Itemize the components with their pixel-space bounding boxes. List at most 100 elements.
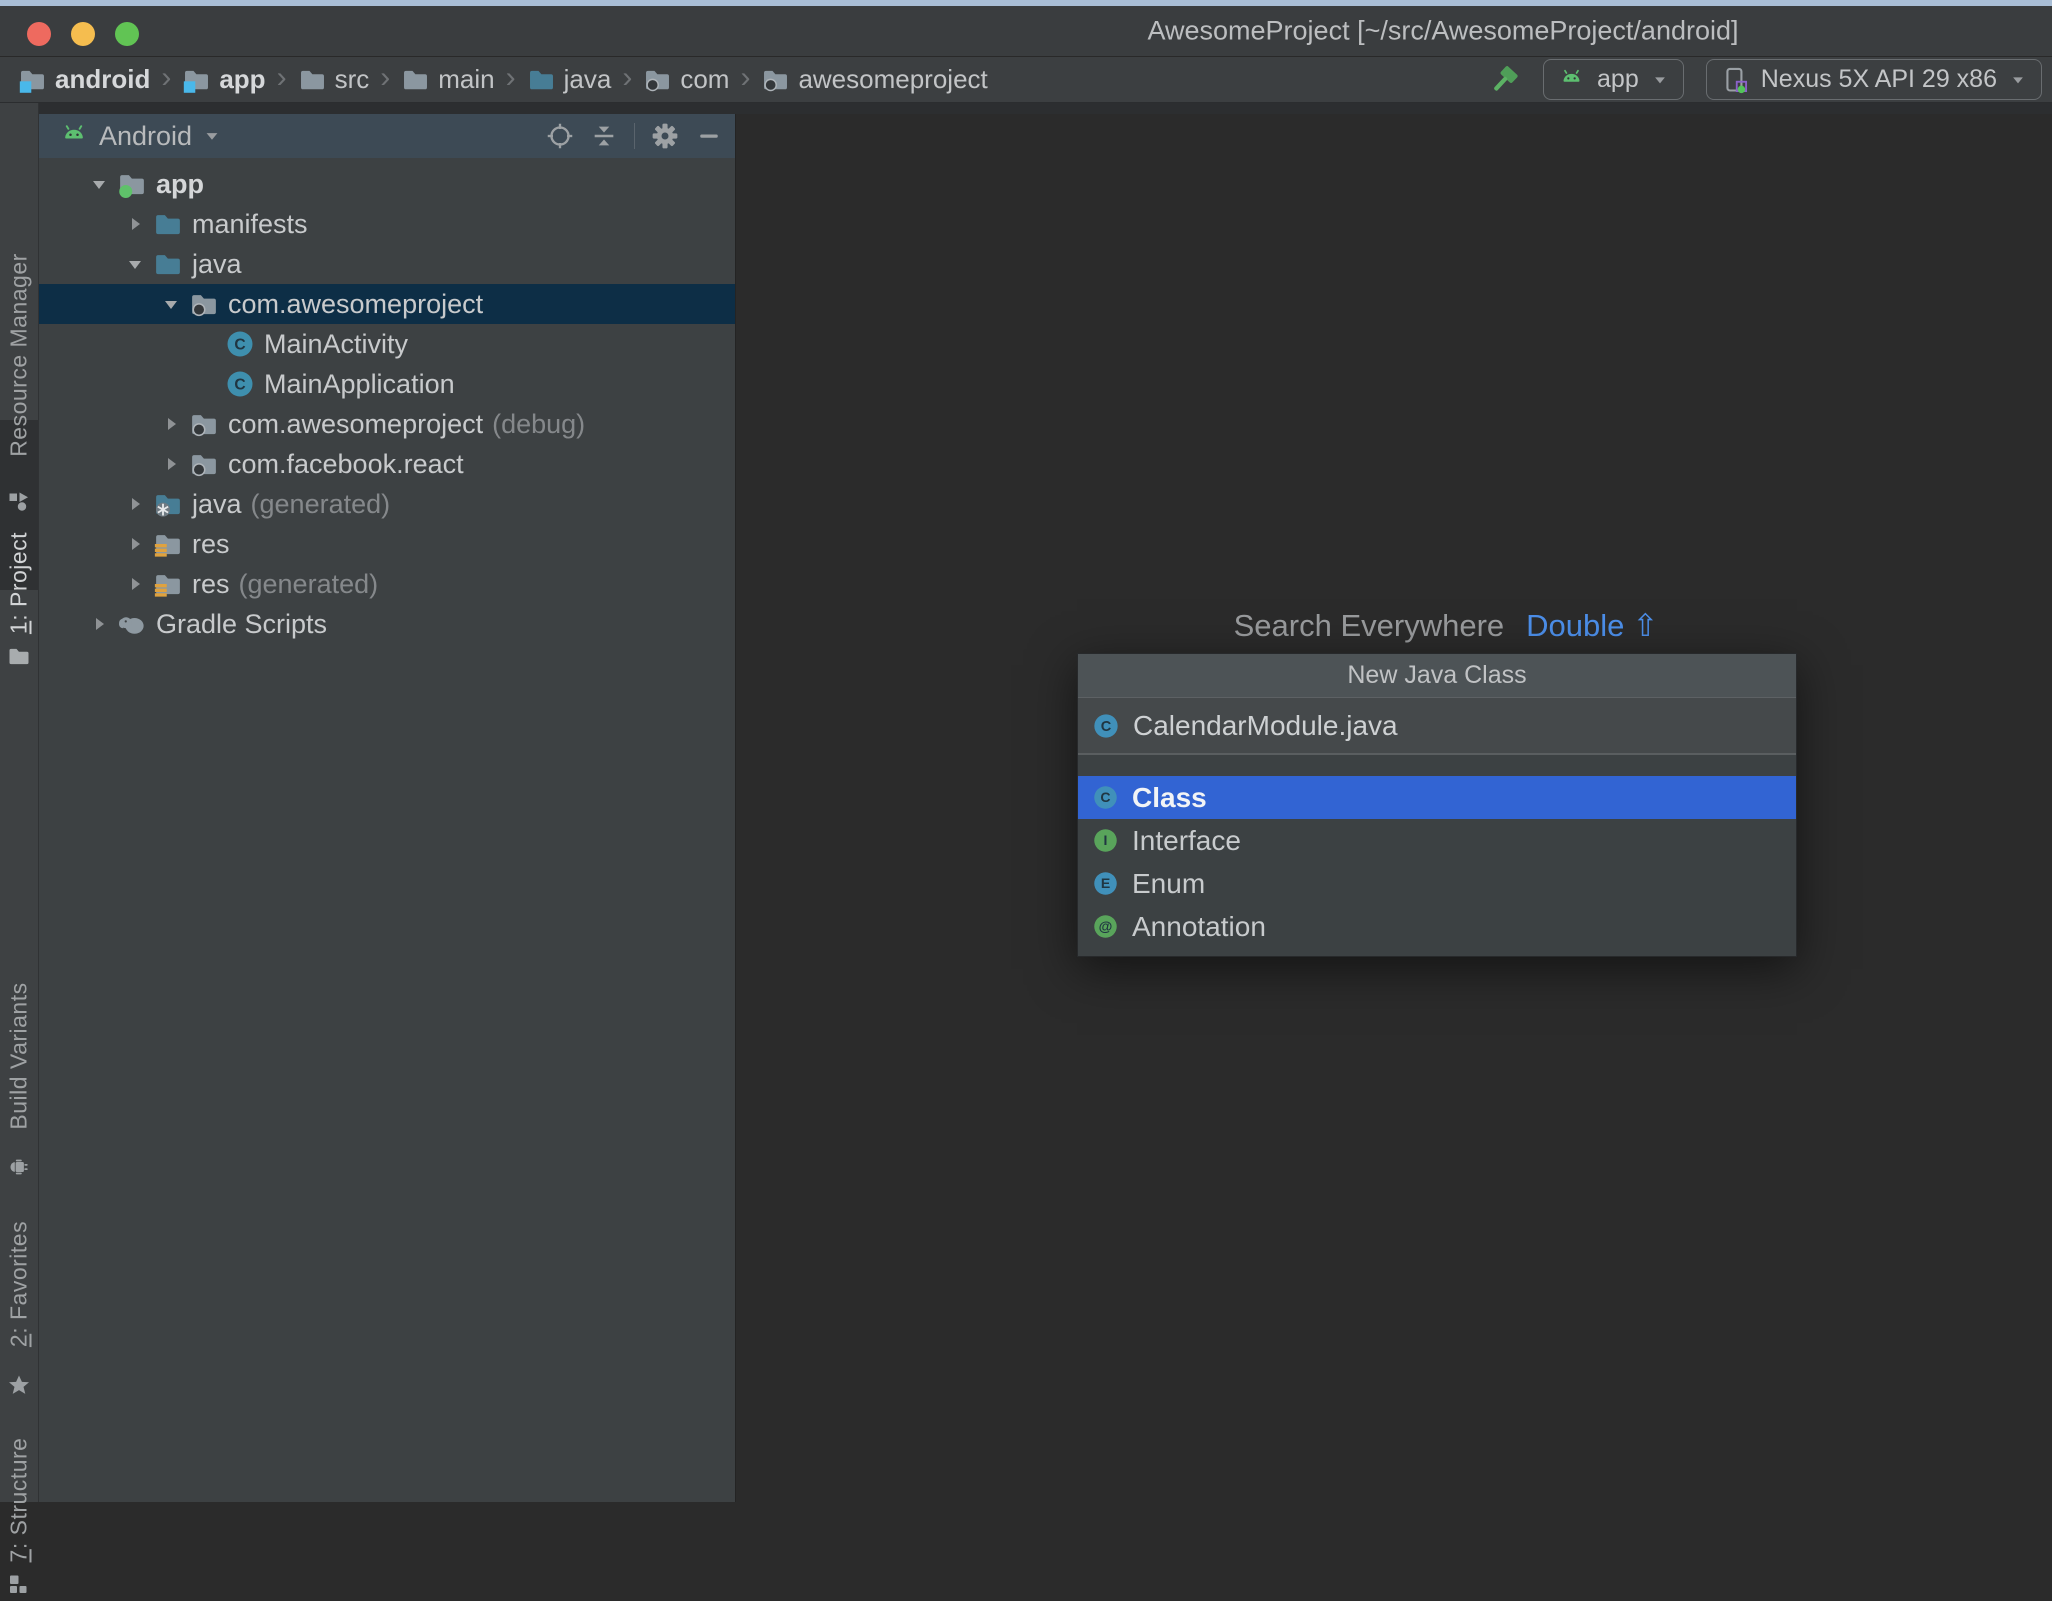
- kind-option-annotation[interactable]: @ Annotation: [1078, 905, 1796, 948]
- class-icon: C: [225, 329, 255, 359]
- kind-option-enum[interactable]: E Enum: [1078, 862, 1796, 905]
- chevron-collapsed-icon[interactable]: [117, 524, 153, 564]
- tree-row-java[interactable]: java (generated): [39, 484, 735, 524]
- shift-arrow-icon: ⇧: [1632, 608, 1659, 643]
- chevron-collapsed-icon[interactable]: [81, 604, 117, 644]
- sidebar-item-build-variants[interactable]: Build Variants: [6, 982, 33, 1129]
- project-folder-icon[interactable]: [7, 644, 31, 668]
- chevron-collapsed-icon[interactable]: [117, 204, 153, 244]
- tree-row-app[interactable]: app: [39, 164, 735, 204]
- breadcrumb-label: src: [334, 64, 370, 94]
- device-selector-label: Nexus 5X API 29 x86: [1760, 65, 1997, 93]
- sidebar-item-structure[interactable]: 7: Structure: [6, 1438, 33, 1563]
- kind-option-label: Interface: [1132, 824, 1241, 856]
- breadcrumb-item-awesomeproject[interactable]: awesomeproject: [761, 64, 988, 95]
- breadcrumb-item-main[interactable]: main: [401, 64, 495, 95]
- sidebar-item-project[interactable]: 1: Project: [6, 532, 33, 634]
- gear-icon[interactable]: [651, 122, 679, 150]
- window-title: AwesomeProject [~/src/AwesomeProject/and…: [1147, 15, 1739, 46]
- svg-text:C: C: [1101, 718, 1112, 734]
- tree-row-java[interactable]: java: [39, 244, 735, 284]
- popup-header: New Java Class: [1078, 654, 1796, 698]
- tree-row-label: app: [156, 168, 205, 199]
- hint-shortcut: Double ⇧: [1526, 608, 1659, 643]
- kind-list: C Class I Interface E Enum @ Annotation: [1078, 755, 1796, 948]
- tree-row-res[interactable]: res (generated): [39, 564, 735, 604]
- svg-text:I: I: [1104, 832, 1108, 848]
- breadcrumb-label: app: [219, 64, 266, 94]
- source-set-folder-icon: [153, 209, 183, 239]
- chevron-expanded-icon[interactable]: [117, 244, 153, 284]
- tree-row-mainactivity[interactable]: C MainActivity: [39, 324, 735, 364]
- folder-icon: [401, 65, 430, 94]
- breadcrumb-item-src[interactable]: src: [298, 64, 370, 95]
- breadcrumb-item-android[interactable]: android: [18, 64, 150, 95]
- structure-icon[interactable]: [7, 1572, 31, 1596]
- tree-row-label: java: [192, 488, 242, 519]
- hide-panel-icon[interactable]: [695, 122, 723, 150]
- breadcrumb-item-com[interactable]: com: [643, 64, 729, 95]
- main-toolbar: android › app › src › main › java › com › awesomepro…: [0, 57, 2052, 103]
- app-module-folder-icon: [117, 169, 147, 199]
- chevron-expanded-icon[interactable]: [81, 164, 117, 204]
- chevron-expanded-icon[interactable]: [153, 284, 189, 324]
- build-hammer-icon[interactable]: [1487, 63, 1521, 97]
- generated-java-folder-icon: [153, 489, 183, 519]
- tree-row-manifests[interactable]: manifests: [39, 204, 735, 244]
- tree-row-res[interactable]: res: [39, 524, 735, 564]
- device-selector-dropdown[interactable]: Nexus 5X API 29 x86: [1705, 59, 2042, 100]
- chevron-collapsed-icon[interactable]: [153, 404, 189, 444]
- breadcrumb-item-java[interactable]: java: [527, 64, 611, 95]
- run-configuration-label: app: [1597, 65, 1639, 93]
- module-folder-icon: [18, 65, 47, 94]
- tree-row-com-awesomeproject[interactable]: com.awesomeproject: [39, 284, 735, 324]
- tree-row-label: com.awesomeproject: [228, 408, 484, 439]
- locate-file-icon[interactable]: [546, 122, 574, 150]
- hint-label: Search Everywhere: [1233, 608, 1505, 643]
- android-icon: [1558, 66, 1585, 93]
- run-configuration-dropdown[interactable]: app: [1543, 59, 1684, 100]
- tree-row-label: java: [192, 248, 242, 279]
- tool-window-stripe: Resource Manager 1: Project Build Varian…: [0, 103, 39, 1593]
- tree-row-com-awesomeproject[interactable]: com.awesomeproject (debug): [39, 404, 735, 444]
- project-view-selector[interactable]: Android: [59, 121, 222, 152]
- breadcrumb-separator: ›: [740, 60, 751, 94]
- class-name-input[interactable]: C CalendarModule.java: [1078, 698, 1796, 755]
- minimize-window-button[interactable]: [71, 22, 95, 46]
- annotation-kind-icon: @: [1092, 913, 1119, 940]
- close-window-button[interactable]: [27, 22, 51, 46]
- collapse-all-icon[interactable]: [590, 122, 618, 150]
- tree-row-label: manifests: [192, 208, 308, 239]
- tree-row-gradle-scripts[interactable]: Gradle Scripts: [39, 604, 735, 644]
- run-controls: app Nexus 5X API 29 x86: [1487, 59, 2052, 100]
- tree-row-suffix: (generated): [250, 488, 391, 519]
- breadcrumb-item-app[interactable]: app: [182, 64, 266, 95]
- tree-row-label: Gradle Scripts: [156, 608, 328, 639]
- breadcrumb-separator: ›: [622, 60, 633, 94]
- svg-text:C: C: [1100, 789, 1110, 805]
- sidebar-item-favorites[interactable]: 2: Favorites: [6, 1221, 33, 1347]
- editor-area: Search Everywhere Double ⇧ New Java Clas…: [735, 114, 2052, 1502]
- toolbar-content-divider: [39, 103, 2052, 114]
- package-folder-icon: [643, 65, 672, 94]
- source-set-folder-icon: [153, 249, 183, 279]
- svg-text:C: C: [234, 376, 245, 393]
- package-folder-icon: [189, 449, 219, 479]
- tree-row-com-facebook-react[interactable]: com.facebook.react: [39, 444, 735, 484]
- favorites-star-icon[interactable]: [7, 1373, 31, 1397]
- kind-option-class[interactable]: C Class: [1078, 776, 1796, 819]
- tree-row-label: res: [192, 568, 230, 599]
- class-kind-icon: C: [1092, 784, 1119, 811]
- build-variants-icon[interactable]: [7, 1155, 31, 1179]
- resource-manager-icon[interactable]: [7, 489, 31, 513]
- kind-option-interface[interactable]: I Interface: [1078, 819, 1796, 862]
- chevron-collapsed-icon[interactable]: [153, 444, 189, 484]
- chevron-collapsed-icon[interactable]: [117, 564, 153, 604]
- sidebar-item-resource-manager[interactable]: Resource Manager: [6, 253, 33, 457]
- zoom-window-button[interactable]: [115, 22, 139, 46]
- chevron-collapsed-icon[interactable]: [117, 484, 153, 524]
- tree-row-mainapplication[interactable]: C MainApplication: [39, 364, 735, 404]
- tree-row-label: MainActivity: [264, 328, 409, 359]
- breadcrumb-label: main: [438, 64, 495, 94]
